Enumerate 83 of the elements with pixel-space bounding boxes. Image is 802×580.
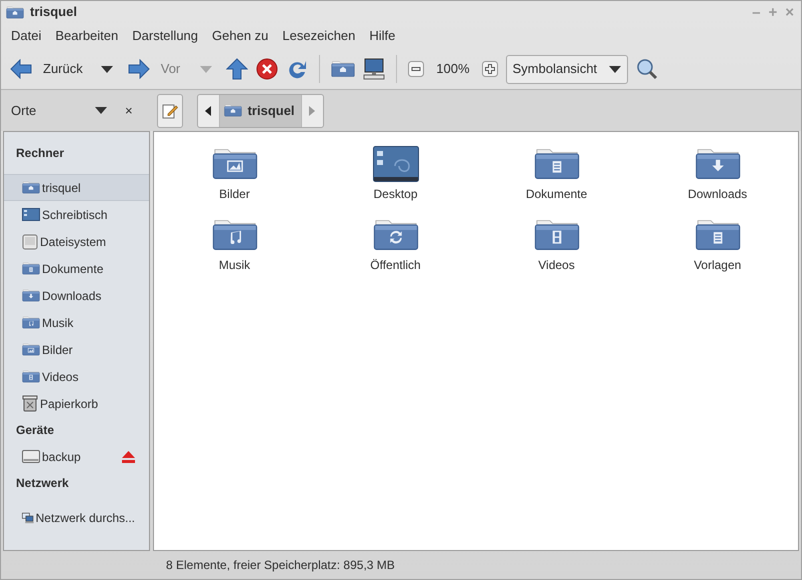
file-item[interactable]: Videos <box>476 217 637 274</box>
section-heading: Netzwerk <box>15 475 70 492</box>
menu-item[interactable]: Bearbeiten <box>48 23 126 49</box>
folder-icon <box>22 343 40 356</box>
file-item[interactable]: Musik <box>154 217 315 274</box>
view-dropdown[interactable]: Symbolansicht <box>506 54 628 84</box>
folder-icon <box>22 262 40 275</box>
computer-icon <box>363 58 386 80</box>
drive-icon <box>22 450 40 463</box>
forward-button: Vor <box>126 59 180 79</box>
home-button[interactable] <box>331 60 356 78</box>
up-arrow-icon <box>226 58 248 80</box>
menu-item[interactable]: Hilfe <box>362 23 402 49</box>
file-item[interactable]: Bilder <box>154 146 315 203</box>
desktop-icon <box>372 146 418 182</box>
folder-icon <box>22 316 40 329</box>
sidebar-item[interactable]: Musik <box>4 309 149 336</box>
edit-path-button[interactable] <box>156 94 183 128</box>
search-button[interactable] <box>636 58 658 80</box>
menu-item[interactable]: Darstellung <box>125 23 206 49</box>
sidebar-item[interactable]: Bilder <box>4 336 149 363</box>
menu-item[interactable]: Lesezeichen <box>275 23 362 49</box>
caret-icon <box>95 107 107 114</box>
folder-icon <box>534 146 580 182</box>
caret-icon <box>609 66 622 72</box>
sidebar-item[interactable]: trisquel <box>4 174 149 201</box>
menu-item[interactable]: Datei <box>4 23 48 49</box>
sidebar-item[interactable]: Dokumente <box>4 255 149 282</box>
caret-icon <box>200 66 212 72</box>
zoom-in-button[interactable] <box>482 61 498 77</box>
desktop-icon <box>22 208 40 221</box>
folder-icon <box>224 104 242 117</box>
folder-icon <box>212 146 258 182</box>
folder-icon <box>22 289 40 302</box>
plus-icon <box>482 61 498 77</box>
file-item[interactable]: Öffentlich <box>315 217 476 274</box>
minus-icon <box>408 61 424 77</box>
sidebar-item[interactable]: Netzwerk durchs... <box>4 504 149 531</box>
drive-icon <box>22 234 38 250</box>
sidebar-item[interactable]: Videos <box>4 363 149 390</box>
folder-icon <box>534 217 580 253</box>
right-arrow-icon <box>126 59 151 79</box>
folder-icon <box>22 370 40 383</box>
back-button[interactable]: Zurück <box>9 59 83 79</box>
file-item[interactable]: Desktop <box>315 146 476 203</box>
zoom-level: 100% <box>436 60 470 78</box>
folder-icon <box>694 217 740 253</box>
trash-icon <box>22 395 38 412</box>
sidebar-item[interactable]: Dateisystem <box>4 228 149 255</box>
path-button[interactable]: trisquel <box>220 94 301 126</box>
computer-button[interactable] <box>363 58 386 80</box>
menu-item[interactable]: Gehen zu <box>205 23 276 49</box>
sidebar-item[interactable]: Schreibtisch <box>4 201 149 228</box>
file-item[interactable]: Dokumente <box>476 146 637 203</box>
stop-icon <box>256 58 278 80</box>
places-dropdown[interactable]: Orte <box>1 100 111 120</box>
file-item[interactable]: Downloads <box>637 146 798 203</box>
status-text: 8 Elemente, freier Speicherplatz: 895,3 MB <box>166 557 395 574</box>
folder-icon <box>6 6 24 18</box>
dropdown-button[interactable] <box>100 66 113 72</box>
folder-icon <box>372 217 418 253</box>
zoom-out-button[interactable] <box>408 61 424 77</box>
folder-icon <box>212 217 258 253</box>
folder-icon <box>331 60 356 78</box>
left-arrow-icon <box>205 106 212 116</box>
stop-button[interactable] <box>256 58 278 80</box>
pencil-paper-icon <box>162 102 178 118</box>
window-title: trisquel <box>30 3 77 22</box>
right-arrow-icon <box>309 106 316 116</box>
eject-button[interactable] <box>122 450 135 462</box>
section-heading: Rechner <box>15 145 66 162</box>
left-arrow-icon <box>9 59 33 79</box>
sidebar-item[interactable]: Downloads <box>4 282 149 309</box>
folder-icon <box>22 181 40 194</box>
sidebar-item[interactable]: Papierkorb <box>4 390 149 417</box>
file-item[interactable]: Vorlagen <box>637 217 798 274</box>
section-heading: Geräte <box>15 422 56 439</box>
close-button[interactable]: × <box>125 100 133 120</box>
up-button[interactable] <box>226 58 248 80</box>
folder-icon <box>694 146 740 182</box>
sidebar-item[interactable]: backup <box>4 443 149 470</box>
caret-icon <box>100 66 113 72</box>
search-icon <box>636 58 658 80</box>
